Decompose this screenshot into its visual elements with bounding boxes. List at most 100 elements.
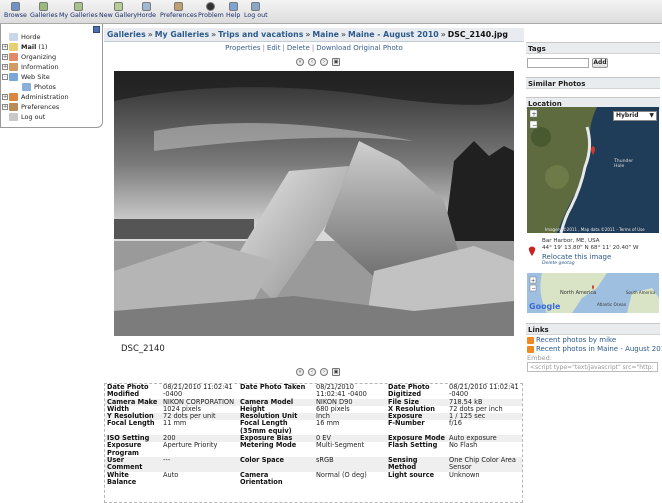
breadcrumb: Galleries» My Galleries» Trips and vacatio… [104, 28, 524, 42]
browse-icon [10, 2, 20, 11]
exif-row: Date Photo Modified 08/21/2010 11:02:41 -… [105, 383, 522, 399]
recent-by-user-link[interactable]: Recent photos by mike [527, 336, 616, 344]
exif-value: 16 mm [316, 419, 340, 428]
sidebar-item-label: Photos [34, 83, 56, 91]
prev-icon[interactable]: ‹ [308, 368, 316, 376]
sidebar-item-label: Administration [21, 93, 69, 101]
sidebar-item-website[interactable]: - Web Site [2, 72, 50, 82]
exif-label: Date Photo Taken [240, 383, 306, 391]
exif-value: Normal (O deg) [316, 470, 367, 479]
exif-value: Aperture Priority [163, 441, 218, 450]
breadcrumb-maine-link[interactable]: Maine [312, 30, 339, 39]
website-icon [9, 73, 18, 81]
toolbar-logout-button[interactable]: Log out [244, 2, 268, 22]
slideshow-icon[interactable]: ▣ [332, 58, 340, 66]
exif-label: Focal Length (35mm equiv) [240, 419, 292, 435]
pager-bottom: « ‹ › ▣ [296, 368, 340, 376]
exif-value: No Flash [449, 441, 478, 450]
sidebar-item-label: Organizing [21, 53, 57, 61]
map-type-value: Hybrid [616, 112, 639, 119]
recent-in-gallery-link[interactable]: Recent photos in Maine - August 2010 [527, 345, 662, 353]
tag-input[interactable] [527, 58, 589, 68]
sidebar-item-logout[interactable]: Log out [2, 112, 45, 122]
problem-icon [206, 2, 216, 11]
toolbar-help-button[interactable]: Help [226, 2, 240, 22]
prev-icon[interactable]: ‹ [308, 58, 316, 66]
exif-row: Focal Length 11 mm Focal Length (35mm equi… [105, 420, 522, 435]
administration-icon [9, 93, 18, 101]
toolbar-preferences-button[interactable]: Preferences [160, 2, 197, 22]
exif-value: Auto [163, 470, 179, 479]
sidebar-collapse-icon[interactable] [93, 26, 100, 33]
exif-value: 08/21/2010 11:02:41 -0400 [316, 383, 367, 399]
map-type-select[interactable]: Hybrid ▼ [613, 111, 657, 121]
map-label: Thunder Hole [614, 159, 634, 169]
toolbar-browse-button[interactable]: Browse [4, 2, 27, 22]
relocate-link[interactable]: Relocate this image [542, 253, 611, 261]
toolbar-browse-label: Browse [4, 12, 27, 19]
rss-icon [527, 336, 534, 344]
slideshow-icon[interactable]: ▣ [332, 368, 340, 376]
next-icon[interactable]: › [320, 368, 328, 376]
location-map[interactable]: + − [527, 107, 659, 233]
expand-toggle[interactable]: + [2, 104, 8, 110]
expand-toggle[interactable]: + [2, 64, 8, 70]
new-gallery-icon [113, 2, 123, 11]
photo-caption: DSC_2140 [121, 344, 165, 354]
sidebar-item-administration[interactable]: + Administration [2, 92, 69, 102]
preferences-icon [9, 103, 18, 111]
collapse-toggle[interactable]: - [2, 74, 8, 80]
delete-geotag-link[interactable]: Delete geotag [542, 261, 575, 266]
add-tag-button[interactable]: Add [592, 58, 608, 68]
sidebar-item-label: Preferences [21, 103, 60, 111]
breadcrumb-maine-august-link[interactable]: Maine - August 2010 [348, 30, 439, 39]
breadcrumb-trips-link[interactable]: Trips and vacations [218, 30, 303, 39]
exif-value: Multi-Segment [316, 441, 365, 450]
delete-link[interactable]: Delete [287, 44, 310, 52]
sidebar-item-horde[interactable]: Horde [2, 32, 41, 42]
map-attribution: Imagery ©2011 , Map data ©2011 - Terms o… [545, 227, 645, 232]
information-icon [9, 63, 18, 71]
toolbar-horde-button[interactable]: Horde [137, 2, 156, 22]
mail-icon [9, 43, 18, 51]
sidebar-item-label: Log out [21, 113, 46, 121]
sidebar-item-photos[interactable]: Photos [15, 82, 56, 92]
sidebar-item-preferences[interactable]: + Preferences [2, 102, 59, 112]
breadcrumb-my-galleries-link[interactable]: My Galleries [155, 30, 209, 39]
exif-value: One Chip Color Area Sensor [447, 456, 522, 472]
exif-label: White Balance [107, 470, 137, 486]
svg-text:+: + [532, 111, 537, 118]
photos-icon [22, 83, 31, 91]
logout-icon [9, 113, 18, 121]
location-text: Bar Harbor, ME, USA 44° 19' 13.80" N 68°… [542, 238, 638, 251]
download-original-link[interactable]: Download Original Photo [316, 44, 403, 52]
exif-label: Light source [388, 470, 435, 479]
toolbar-new-gallery-label: New Gallery [99, 12, 138, 19]
sidebar-item-organizing[interactable]: + Organizing [2, 52, 56, 62]
toolbar-my-galleries-label: My Galleries [59, 12, 98, 19]
embed-code-field[interactable]: <script type="text/javascript" src="http… [527, 362, 658, 372]
horde-icon [9, 33, 18, 41]
breadcrumb-galleries-link[interactable]: Galleries [107, 30, 146, 39]
main-photo[interactable] [114, 71, 514, 336]
expand-toggle[interactable]: + [2, 44, 8, 50]
toolbar-new-gallery-button[interactable]: New Gallery [99, 2, 137, 22]
properties-link[interactable]: Properties [225, 44, 260, 52]
toolbar-problem-button[interactable]: Problem [198, 2, 224, 22]
sidebar-item-information[interactable]: + Information [2, 62, 59, 72]
next-icon[interactable]: › [320, 58, 328, 66]
exif-row: Exposure Program Aperture Priority Meterin… [105, 442, 522, 457]
exif-label: User Comment [105, 456, 161, 472]
toolbar-galleries-button[interactable]: Galleries [30, 2, 58, 22]
sidebar-item-mail[interactable]: + Mail (1) [2, 42, 48, 52]
expand-toggle[interactable]: + [2, 54, 8, 60]
exif-label: Exposure Program [107, 441, 142, 457]
chevron-down-icon: ▼ [649, 112, 654, 119]
first-icon[interactable]: « [296, 58, 304, 66]
toolbar-my-galleries-button[interactable]: My Galleries [59, 2, 98, 22]
expand-toggle[interactable]: + [2, 94, 8, 100]
exif-table: Date Photo Modified 08/21/2010 11:02:41 -… [105, 383, 522, 486]
first-icon[interactable]: « [296, 368, 304, 376]
galleries-icon [39, 2, 49, 11]
edit-link[interactable]: Edit [267, 44, 281, 52]
